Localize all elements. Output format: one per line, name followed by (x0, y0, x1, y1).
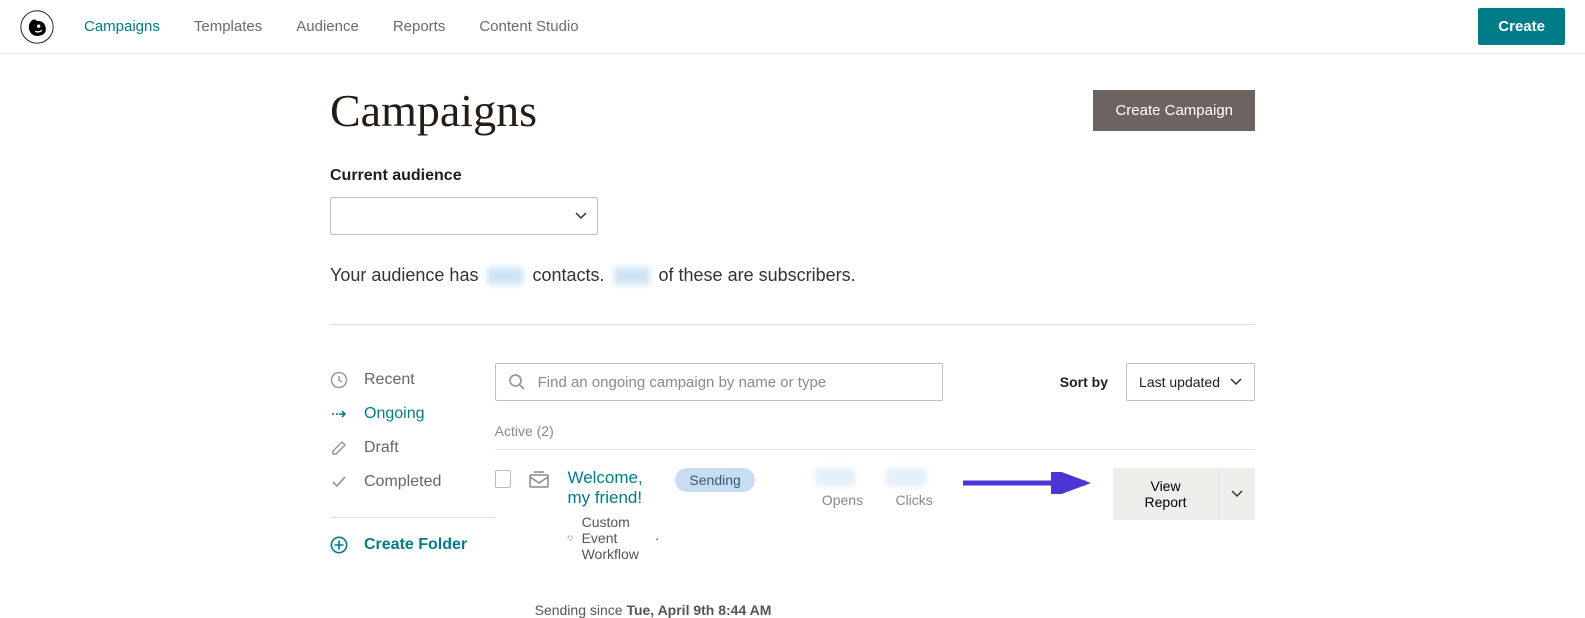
sidebar: Recent Ongoing Draft Completed Create Fo… (330, 363, 495, 618)
page-header: Campaigns Create Campaign (330, 84, 1255, 137)
mailchimp-logo-icon[interactable] (20, 10, 54, 44)
nav-item-templates[interactable]: Templates (194, 18, 262, 35)
sort-area: Sort by Last updated (1060, 363, 1255, 401)
search-icon (508, 373, 526, 391)
campaign-info: Welcome, my friend! Custom Event Workflo… (567, 468, 659, 602)
audience-select[interactable] (330, 197, 598, 235)
list-area: Sort by Last updated Active (2) Welcome,… (495, 363, 1255, 618)
campaign-workflow: Custom Event Workflow (582, 514, 647, 562)
chevron-down-icon (575, 210, 587, 222)
pencil-icon (330, 439, 348, 457)
top-nav: Campaigns Templates Audience Reports Con… (0, 0, 1585, 54)
sidebar-item-label: Completed (364, 473, 441, 491)
create-folder-button[interactable]: Create Folder (330, 536, 495, 554)
divider (330, 324, 1255, 325)
stat-opens: Opens (815, 468, 871, 508)
view-report-button[interactable]: View Report (1113, 468, 1218, 520)
redacted-count-1 (487, 267, 523, 285)
nav-item-audience[interactable]: Audience (296, 18, 359, 35)
sort-select[interactable]: Last updated (1126, 363, 1255, 401)
campaign-row: Welcome, my friend! Custom Event Workflo… (495, 449, 1255, 602)
search-input[interactable] (538, 374, 930, 391)
list-controls: Sort by Last updated (495, 363, 1255, 401)
sort-value: Last updated (1139, 374, 1220, 390)
sidebar-item-draft[interactable]: Draft (330, 431, 495, 465)
chevron-down-icon (1231, 488, 1243, 500)
active-count: Active (2) (495, 423, 1255, 439)
sidebar-item-recent[interactable]: Recent (330, 363, 495, 397)
meta-dot: · (655, 530, 660, 546)
create-campaign-button[interactable]: Create Campaign (1093, 90, 1255, 131)
status-badge: Sending (675, 468, 754, 492)
check-icon (330, 473, 348, 491)
view-report-group: View Report (1113, 468, 1255, 520)
clicks-label: Clicks (895, 492, 932, 508)
plus-circle-icon (330, 536, 348, 554)
stat-clicks: Clicks (886, 468, 942, 508)
sidebar-divider (330, 517, 495, 518)
audience-text-1: Your audience has (330, 265, 483, 285)
clock-icon (330, 371, 348, 389)
annotation-arrow-2 (958, 472, 1098, 494)
nav-item-reports[interactable]: Reports (393, 18, 446, 35)
chevron-down-icon (1230, 376, 1242, 388)
audience-summary: Your audience has contacts. of these are… (330, 265, 1255, 286)
sidebar-item-label: Draft (364, 439, 399, 457)
cycle-icon (567, 531, 573, 545)
opens-label: Opens (822, 492, 863, 508)
redacted-opens (815, 468, 855, 486)
campaign-checkbox[interactable] (495, 470, 512, 488)
sidebar-item-completed[interactable]: Completed (330, 465, 495, 499)
main-content: Campaigns Create Campaign Current audien… (0, 54, 1585, 618)
redacted-clicks (886, 468, 926, 486)
view-report-dropdown[interactable] (1218, 468, 1255, 520)
sidebar-item-label: Recent (364, 371, 415, 389)
nav-item-campaigns[interactable]: Campaigns (84, 18, 160, 35)
sending-since: Sending since Tue, April 9th 8:44 AM (535, 602, 1255, 618)
audience-text-2: contacts. (527, 265, 609, 285)
sidebar-item-ongoing[interactable]: Ongoing (330, 397, 495, 431)
nav-items: Campaigns Templates Audience Reports Con… (84, 18, 1478, 35)
envelope-icon (527, 468, 551, 492)
sending-date: Tue, April 9th 8:44 AM (626, 602, 771, 618)
nav-item-content-studio[interactable]: Content Studio (479, 18, 578, 35)
campaign-meta: Custom Event Workflow · (567, 514, 659, 562)
arrow-path-icon (330, 405, 348, 423)
sending-prefix: Sending since (535, 602, 627, 618)
audience-text-3: of these are subscribers. (654, 265, 856, 285)
redacted-count-2 (614, 267, 650, 285)
audience-label: Current audience (330, 167, 1255, 185)
create-button[interactable]: Create (1478, 8, 1565, 45)
page-title: Campaigns (330, 84, 537, 137)
sort-label: Sort by (1060, 374, 1108, 390)
sidebar-item-label: Ongoing (364, 405, 425, 423)
campaign-title-link[interactable]: Welcome, my friend! (567, 468, 659, 508)
create-folder-label: Create Folder (364, 536, 467, 554)
search-box[interactable] (495, 363, 943, 401)
content-row: Recent Ongoing Draft Completed Create Fo… (330, 363, 1255, 618)
